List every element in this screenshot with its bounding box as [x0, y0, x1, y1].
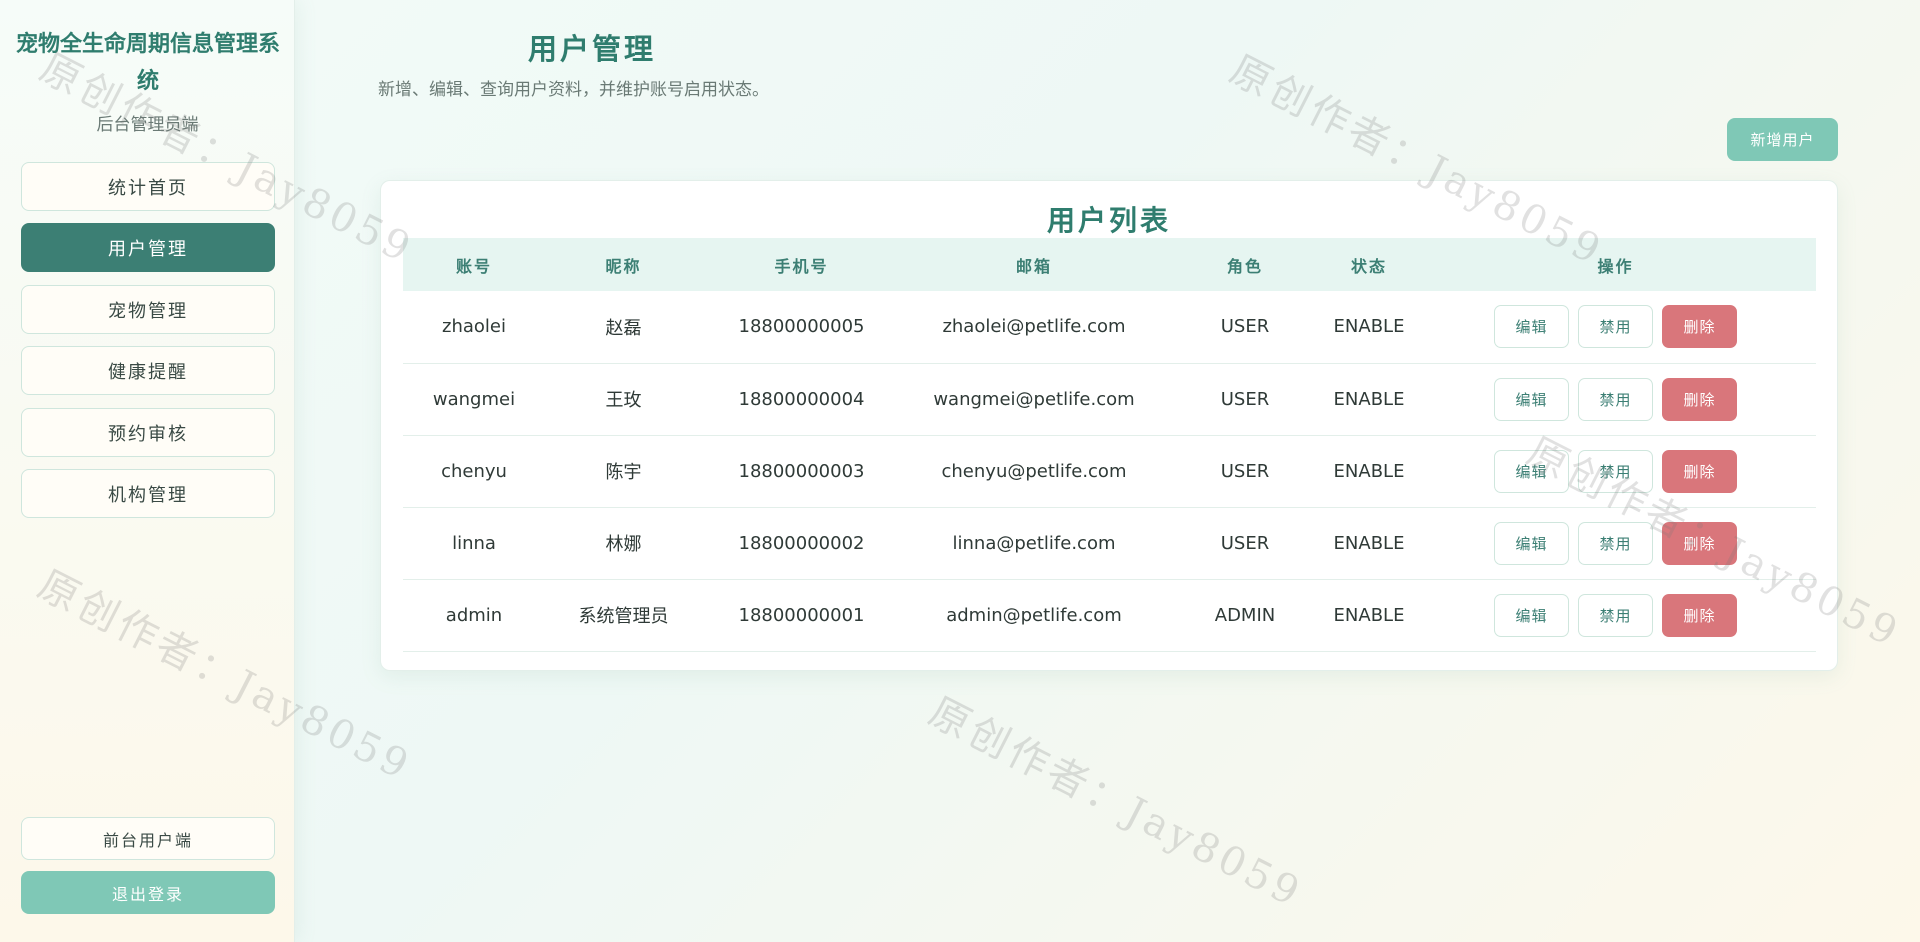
- cell-role: USER: [1167, 507, 1323, 580]
- column-header-account: 账号: [403, 238, 545, 291]
- table-row: chenyu 陈宇 18800000003 chenyu@petlife.com…: [403, 435, 1816, 508]
- cell-status: ENABLE: [1323, 507, 1415, 580]
- cell-actions: 编辑 禁用 删除: [1415, 363, 1816, 436]
- cell-account: zhaolei: [403, 291, 545, 364]
- column-header-actions: 操作: [1415, 238, 1816, 291]
- disable-button[interactable]: 禁用: [1578, 521, 1653, 565]
- cell-nickname: 林娜: [545, 507, 702, 580]
- cell-actions: 编辑 禁用 删除: [1415, 291, 1816, 364]
- page-description: 新增、编辑、查询用户资料，并维护账号启用状态。: [378, 80, 769, 100]
- cell-account: chenyu: [403, 435, 545, 508]
- cell-role: ADMIN: [1167, 579, 1323, 652]
- sidebar-item-dashboard[interactable]: 统计首页: [21, 162, 275, 211]
- sidebar-item-health-reminders[interactable]: 健康提醒: [21, 346, 275, 395]
- cell-email: chenyu@petlife.com: [901, 435, 1167, 508]
- add-user-button[interactable]: 新增用户: [1727, 118, 1838, 161]
- table-header-row: 账号 昵称 手机号 邮箱 角色 状态 操作: [403, 238, 1816, 291]
- edit-button[interactable]: 编辑: [1494, 593, 1569, 637]
- cell-status: ENABLE: [1323, 363, 1415, 436]
- delete-button[interactable]: 删除: [1662, 305, 1737, 349]
- cell-status: ENABLE: [1323, 435, 1415, 508]
- cell-role: USER: [1167, 363, 1323, 436]
- cell-account: admin: [403, 579, 545, 652]
- edit-button[interactable]: 编辑: [1494, 521, 1569, 565]
- edit-button[interactable]: 编辑: [1494, 305, 1569, 349]
- cell-nickname: 赵磊: [545, 291, 702, 364]
- cell-role: USER: [1167, 291, 1323, 364]
- cell-phone: 18800000001: [702, 579, 901, 652]
- sidebar-item-pets[interactable]: 宠物管理: [21, 285, 275, 334]
- user-list-card: 用户列表 账号 昵称 手机号 邮箱 角色 状态 操作 zhaolei 赵磊 18…: [380, 180, 1838, 671]
- cell-account: wangmei: [403, 363, 545, 436]
- table-row: zhaolei 赵磊 18800000005 zhaolei@petlife.c…: [403, 291, 1816, 364]
- column-header-email: 邮箱: [901, 238, 1167, 291]
- table-row: linna 林娜 18800000002 linna@petlife.com U…: [403, 507, 1816, 580]
- card-title: 用户列表: [1046, 204, 1171, 237]
- cell-actions: 编辑 禁用 删除: [1415, 435, 1816, 508]
- sidebar: 宠物全生命周期信息管理系统 后台管理员端 统计首页 用户管理 宠物管理 健康提醒…: [0, 0, 295, 942]
- edit-button[interactable]: 编辑: [1494, 449, 1569, 493]
- cell-phone: 18800000004: [702, 363, 901, 436]
- app-subtitle: 后台管理员端: [96, 115, 199, 135]
- column-header-phone: 手机号: [702, 238, 901, 291]
- cell-actions: 编辑 禁用 删除: [1415, 579, 1816, 652]
- page-title: 用户管理: [528, 32, 657, 66]
- cell-nickname: 陈宇: [545, 435, 702, 508]
- delete-button[interactable]: 删除: [1662, 521, 1737, 565]
- disable-button[interactable]: 禁用: [1578, 305, 1653, 349]
- sidebar-item-institutions[interactable]: 机构管理: [21, 469, 275, 518]
- cell-phone: 18800000002: [702, 507, 901, 580]
- cell-account: linna: [403, 507, 545, 580]
- sidebar-item-appointment-review[interactable]: 预约审核: [21, 408, 275, 457]
- column-header-nickname: 昵称: [545, 238, 702, 291]
- sidebar-item-users[interactable]: 用户管理: [21, 223, 275, 272]
- cell-role: USER: [1167, 435, 1323, 508]
- column-header-status: 状态: [1323, 238, 1415, 291]
- delete-button[interactable]: 删除: [1662, 377, 1737, 421]
- cell-email: linna@petlife.com: [901, 507, 1167, 580]
- app-title: 宠物全生命周期信息管理系统: [15, 31, 280, 94]
- cell-phone: 18800000003: [702, 435, 901, 508]
- watermark: 原创作者：Jay8059: [921, 688, 1310, 918]
- table-row: admin 系统管理员 18800000001 admin@petlife.co…: [403, 579, 1816, 652]
- cell-nickname: 王玫: [545, 363, 702, 436]
- delete-button[interactable]: 删除: [1662, 593, 1737, 637]
- cell-email: wangmei@petlife.com: [901, 363, 1167, 436]
- front-user-button[interactable]: 前台用户端: [21, 817, 275, 860]
- disable-button[interactable]: 禁用: [1578, 593, 1653, 637]
- cell-email: admin@petlife.com: [901, 579, 1167, 652]
- table-row: wangmei 王玫 18800000004 wangmei@petlife.c…: [403, 363, 1816, 436]
- user-table: 账号 昵称 手机号 邮箱 角色 状态 操作 zhaolei 赵磊 1880000…: [403, 238, 1816, 652]
- cell-status: ENABLE: [1323, 291, 1415, 364]
- disable-button[interactable]: 禁用: [1578, 449, 1653, 493]
- cell-phone: 18800000005: [702, 291, 901, 364]
- cell-actions: 编辑 禁用 删除: [1415, 507, 1816, 580]
- cell-email: zhaolei@petlife.com: [901, 291, 1167, 364]
- disable-button[interactable]: 禁用: [1578, 377, 1653, 421]
- delete-button[interactable]: 删除: [1662, 449, 1737, 493]
- cell-status: ENABLE: [1323, 579, 1415, 652]
- column-header-role: 角色: [1167, 238, 1323, 291]
- logout-button[interactable]: 退出登录: [21, 871, 275, 914]
- edit-button[interactable]: 编辑: [1494, 377, 1569, 421]
- cell-nickname: 系统管理员: [545, 579, 702, 652]
